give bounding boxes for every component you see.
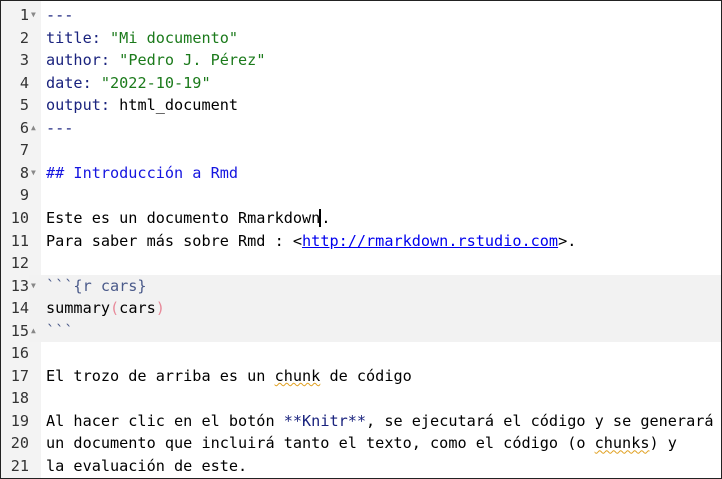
- code-token: cars: [119, 299, 156, 318]
- code-token: ---: [46, 6, 74, 24]
- editor-line[interactable]: 14 summary(cars): [1, 297, 721, 320]
- line-content[interactable]: ```{r cars}: [46, 275, 147, 298]
- code-token: **Knitr**: [283, 411, 367, 430]
- editor-line[interactable]: 13 ▼ ```{r cars}: [1, 274, 721, 298]
- line-content[interactable]: title: "Mi documento": [46, 27, 238, 50]
- line-number: 19: [1, 409, 29, 433]
- code-token: , se ejecutará el código y se generará: [366, 411, 714, 430]
- line-number: 13: [1, 274, 29, 298]
- code-token: >.: [558, 231, 577, 250]
- url-link[interactable]: http://rmarkdown.rstudio.com: [302, 232, 558, 250]
- line-number: 6: [1, 116, 29, 140]
- code-token: la evaluación de este.: [46, 457, 248, 475]
- code-token: "2022-10-19": [100, 73, 211, 92]
- fold-collapse-icon[interactable]: ▼: [31, 162, 36, 185]
- line-number: 3: [1, 49, 29, 72]
- line-content[interactable]: ```: [46, 320, 73, 343]
- editor-line[interactable]: 6 ▲ ---: [1, 116, 721, 140]
- line-number: 15: [1, 319, 29, 343]
- code-token: html_document: [110, 96, 239, 115]
- editor-line[interactable]: 11 Para saber más sobre Rmd : <http://rma…: [1, 229, 721, 253]
- line-number: 17: [1, 364, 29, 388]
- code-token: summary: [46, 299, 111, 318]
- line-content[interactable]: output: html_document: [46, 94, 238, 117]
- code-token: "Pedro J. Pérez": [119, 51, 266, 70]
- editor-line[interactable]: 2 title: "Mi documento": [1, 26, 721, 50]
- line-number: 4: [1, 71, 29, 95]
- code-token: title:: [46, 28, 101, 47]
- line-number: 14: [1, 297, 29, 320]
- line-content[interactable]: summary(cars): [46, 297, 165, 320]
- editor-line[interactable]: 3 author: "Pedro J. Pérez": [1, 49, 721, 72]
- line-content[interactable]: ---: [46, 4, 73, 27]
- fold-end-icon[interactable]: ▲: [31, 320, 36, 343]
- editor-line[interactable]: 16: [1, 342, 721, 365]
- fold-end-icon[interactable]: ▲: [31, 117, 36, 140]
- code-token: date:: [46, 73, 92, 92]
- code-token: ) y: [649, 434, 677, 453]
- code-token: "Mi documento": [110, 28, 239, 47]
- editor-line[interactable]: 17 El trozo de arriba es un chunk de códi…: [1, 364, 721, 388]
- line-number: 20: [1, 432, 29, 455]
- line-number: 9: [1, 184, 29, 207]
- line-number: 1: [1, 4, 29, 27]
- editor-line[interactable]: 7: [1, 139, 721, 162]
- line-content[interactable]: la evaluación de este.: [46, 455, 247, 478]
- code-token: ---: [46, 118, 74, 137]
- editor-line[interactable]: 21 la evaluación de este.: [1, 455, 721, 478]
- code-token: (: [110, 299, 120, 318]
- code-token: El trozo de arriba es un: [46, 366, 275, 385]
- code-token: author:: [46, 51, 111, 70]
- line-number: 21: [1, 455, 29, 478]
- editor-line[interactable]: 9: [1, 184, 721, 207]
- code-token: chunk: [274, 366, 321, 385]
- code-token: chunks: [594, 434, 650, 453]
- editor-line[interactable]: 12: [1, 252, 721, 275]
- editor-line[interactable]: 19 Al hacer clic en el botón **Knitr**, s…: [1, 409, 721, 433]
- line-number: 7: [1, 139, 29, 162]
- line-number: 10: [1, 206, 29, 230]
- line-number: 5: [1, 94, 29, 117]
- code-token: output:: [46, 96, 111, 115]
- fold-collapse-icon[interactable]: ▼: [31, 4, 36, 27]
- editor-line[interactable]: 18: [1, 387, 721, 410]
- line-number: 16: [1, 342, 29, 365]
- code-token: ```: [46, 321, 74, 340]
- code-token: ## Introducción a Rmd: [46, 163, 239, 182]
- editor-line[interactable]: 4 date: "2022-10-19": [1, 71, 721, 95]
- line-content[interactable]: un documento que incluirá tanto el texto…: [46, 432, 677, 455]
- line-number: 11: [1, 229, 29, 253]
- line-number: 2: [1, 26, 29, 50]
- line-content[interactable]: Para saber más sobre Rmd : <http://rmark…: [46, 230, 576, 253]
- code-token: de código: [320, 366, 412, 385]
- line-content[interactable]: El trozo de arriba es un chunk de código: [46, 365, 412, 388]
- editor-line[interactable]: 20 un documento que incluirá tanto el tex…: [1, 432, 721, 455]
- code-token: Este es un documento Rmarkdown: [46, 208, 321, 227]
- code-token: ```{r cars}: [46, 276, 147, 295]
- code-token: ): [155, 299, 165, 318]
- line-content[interactable]: ## Introducción a Rmd: [46, 162, 238, 185]
- editor-line[interactable]: 15 ▲ ```: [1, 319, 721, 343]
- line-number: 8: [1, 161, 29, 185]
- line-content[interactable]: author: "Pedro J. Pérez": [46, 49, 265, 72]
- line-content[interactable]: Al hacer clic en el botón **Knitr**, se …: [46, 410, 714, 433]
- editor-line[interactable]: 5 output: html_document: [1, 94, 721, 117]
- line-content[interactable]: ---: [46, 117, 73, 140]
- line-content[interactable]: Este es un documento Rmarkdown.: [46, 207, 331, 230]
- editor-line[interactable]: 10 Este es un documento Rmarkdown.: [1, 206, 721, 230]
- code-token: Para saber más sobre Rmd : <: [46, 231, 303, 250]
- editor-line[interactable]: 8 ▼ ## Introducción a Rmd: [1, 161, 721, 185]
- line-content[interactable]: date: "2022-10-19": [46, 72, 211, 95]
- line-number: 18: [1, 387, 29, 410]
- code-editor[interactable]: 1 ▼ --- 2 title: "Mi documento" 3 author: "Ped…: [0, 0, 722, 479]
- editor-line[interactable]: 1 ▼ ---: [1, 4, 721, 27]
- code-token: Al hacer clic en el botón: [46, 411, 284, 430]
- code-token: un documento que incluirá tanto el texto…: [46, 434, 595, 453]
- fold-collapse-icon[interactable]: ▼: [31, 275, 36, 298]
- line-number: 12: [1, 252, 29, 275]
- text-cursor: .: [319, 208, 331, 227]
